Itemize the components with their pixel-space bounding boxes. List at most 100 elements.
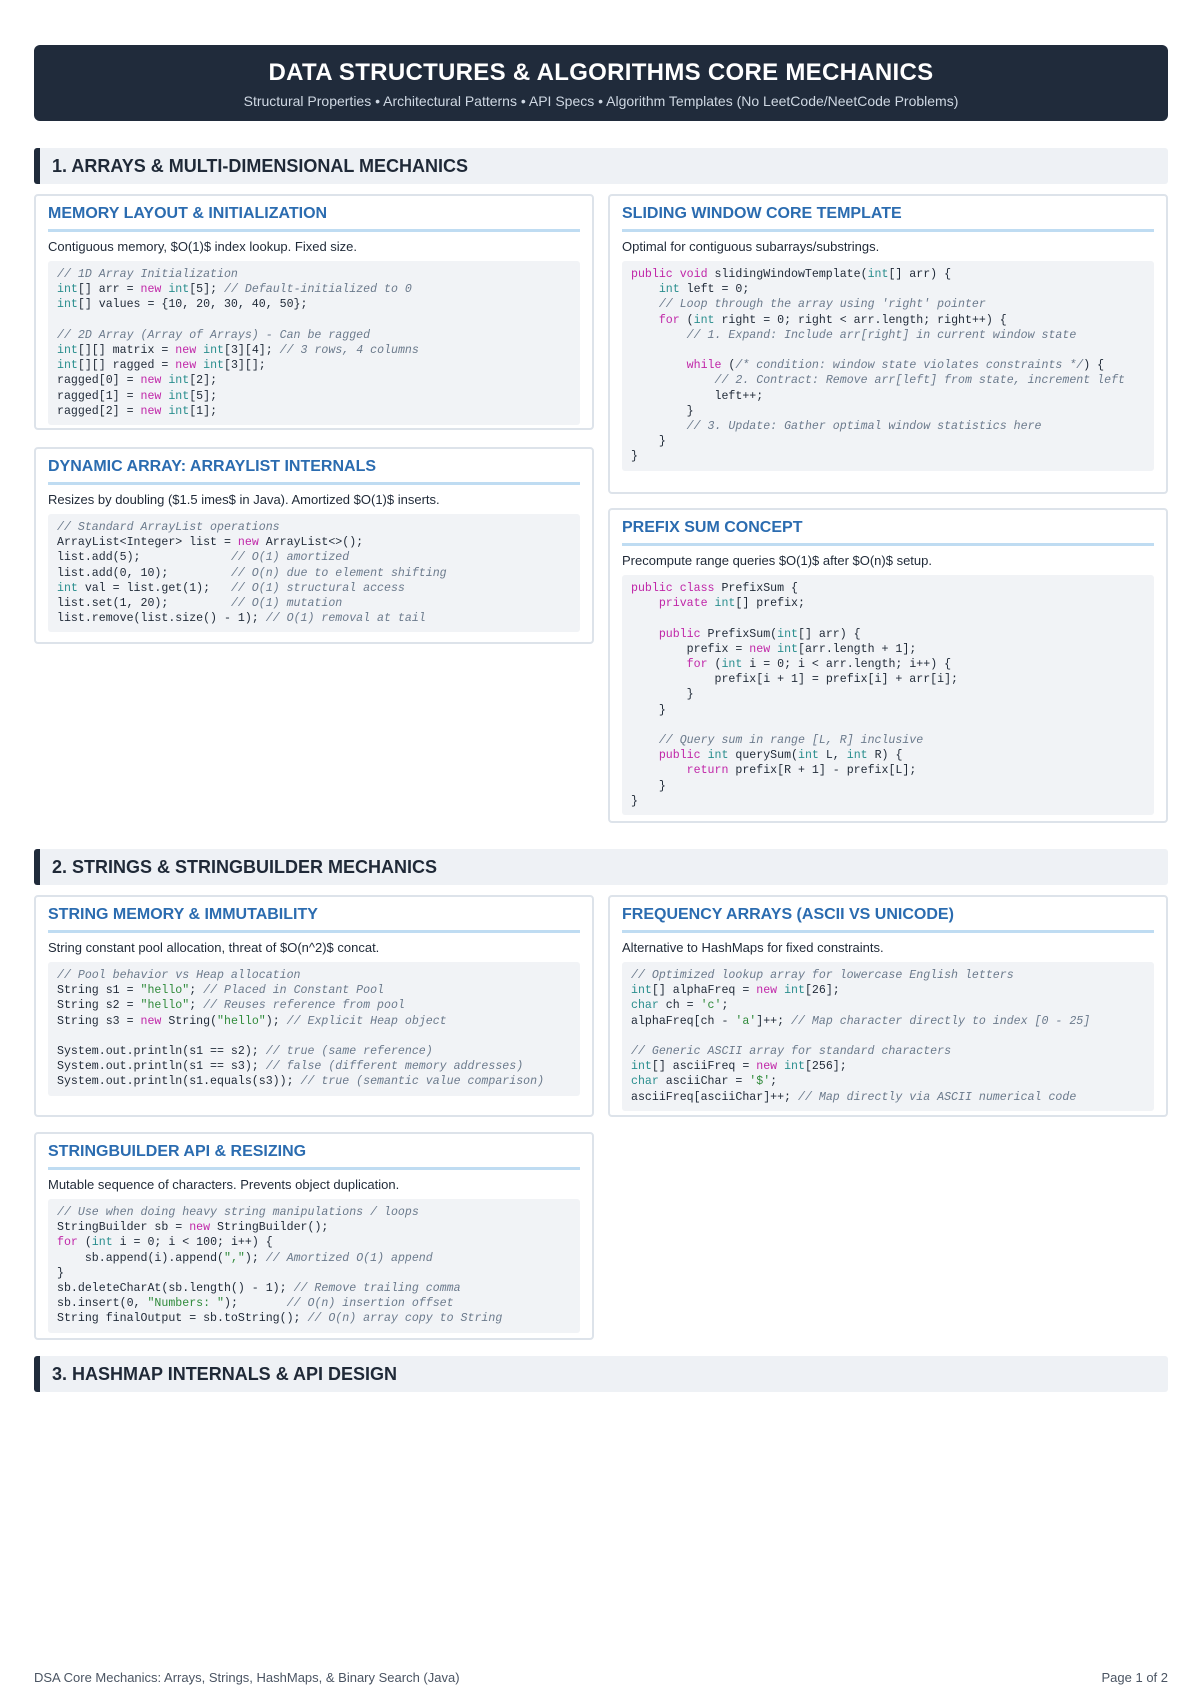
- code-line: public void slidingWindowTemplate(int[] …: [631, 268, 952, 281]
- card-title: SLIDING WINDOW CORE TEMPLATE: [622, 205, 1154, 232]
- code-line: // 1D Array Initialization: [57, 268, 238, 281]
- code-line: for (int i = 0; i < 100; i++) {: [57, 1236, 273, 1250]
- code-line: }: [57, 1266, 64, 1280]
- code-line: while (/* condition: window state violat…: [686, 359, 1105, 373]
- code-line: // Pool behavior vs Heap allocation: [57, 969, 301, 982]
- code-line: sb.deleteCharAt(sb.length() - 1); // Rem…: [57, 1282, 461, 1296]
- page-number: Page 1 of 2: [1101, 1670, 1169, 1685]
- page-title: DATA STRUCTURES & ALGORITHMS CORE MECHAN…: [268, 59, 934, 86]
- card-string-memory: STRING MEMORY & IMMUTABILITY String cons…: [34, 895, 594, 1117]
- code-line: char asciiChar = '$';: [631, 1075, 778, 1089]
- card-description: Precompute range queries $O(1)$ after $O…: [622, 553, 932, 568]
- card-frequency-arrays: FREQUENCY ARRAYS (ASCII VS UNICODE) Alte…: [608, 895, 1168, 1117]
- section-heading-hashmap: 3. HASHMAP INTERNALS & API DESIGN: [34, 1356, 1168, 1392]
- code-line: System.out.println(s1.equals(s3)); // tr…: [57, 1075, 545, 1089]
- card-description: Contiguous memory, $O(1)$ index lookup. …: [48, 239, 358, 254]
- code-line: String s1 = "hello"; // Placed in Consta…: [57, 984, 385, 998]
- card-title: STRING MEMORY & IMMUTABILITY: [48, 906, 580, 933]
- card-title: DYNAMIC ARRAY: ARRAYLIST INTERNALS: [48, 458, 580, 485]
- section-heading-arrays: 1. ARRAYS & MULTI-DIMENSIONAL MECHANICS: [34, 148, 1168, 184]
- code-line: // 2. Contract: Remove arr[left] from st…: [714, 374, 1126, 388]
- code-line: private int[] prefix;: [658, 597, 805, 611]
- code-line: // 3. Update: Gather optimal window stat…: [686, 420, 1042, 434]
- code-line: left++;: [631, 389, 764, 403]
- card-description: String constant pool allocation, threat …: [48, 940, 380, 955]
- code-line: System.out.println(s1 == s3); // false (…: [57, 1060, 524, 1074]
- code-line: sb.append(i).append(","); // Amortized O…: [57, 1251, 433, 1265]
- code-line: for (int right = 0; right < arr.length; …: [658, 313, 1007, 327]
- code-line: // Query sum in range [L, R] inclusive: [658, 734, 924, 748]
- page-footer: DSA Core Mechanics: Arrays, Strings, Has…: [34, 1670, 1168, 1685]
- card-memory-layout: MEMORY LAYOUT & INITIALIZATION Contiguou…: [34, 194, 594, 430]
- code-line: ragged[0] = new int[2];: [57, 374, 218, 388]
- footer-doc-title: DSA Core Mechanics: Arrays, Strings, Has…: [34, 1670, 460, 1685]
- code-block: public class PrefixSum { private int[] p…: [622, 575, 1154, 816]
- code-line: int val = list.get(1); // O(1) structura…: [57, 581, 405, 595]
- code-line: prefix[i + 1] = prefix[i] + arr[i];: [631, 673, 959, 687]
- code-line: alphaFreq[ch - 'a']++; // Map character …: [631, 1014, 1091, 1028]
- code-line: // Optimized lookup array for lowercase …: [631, 969, 1014, 982]
- card-description: Alternative to HashMaps for fixed constr…: [622, 940, 884, 955]
- code-line: prefix = new int[arr.length + 1];: [631, 642, 917, 656]
- code-line: return prefix[R + 1] - prefix[L];: [686, 764, 917, 778]
- code-line: int[][] matrix = new int[3][4]; // 3 row…: [57, 344, 419, 358]
- page-header: DATA STRUCTURES & ALGORITHMS CORE MECHAN…: [34, 45, 1168, 121]
- code-line: String s2 = "hello"; // Reuses reference…: [57, 999, 405, 1013]
- card-title: PREFIX SUM CONCEPT: [622, 519, 1154, 546]
- code-line: int[] asciiFreq = new int[256];: [631, 1060, 847, 1074]
- card-title: MEMORY LAYOUT & INITIALIZATION: [48, 205, 580, 232]
- code-block: public void slidingWindowTemplate(int[] …: [622, 261, 1154, 471]
- code-line: int left = 0;: [658, 283, 750, 297]
- card-prefix-sum: PREFIX SUM CONCEPT Precompute range quer…: [608, 508, 1168, 823]
- code-block: // Optimized lookup array for lowercase …: [622, 962, 1154, 1111]
- code-line: // Generic ASCII array for standard char…: [631, 1045, 952, 1059]
- code-line: list.remove(list.size() - 1); // O(1) re…: [57, 612, 426, 626]
- code-line: char ch = 'c';: [631, 999, 729, 1013]
- code-line: list.add(5); // O(1) amortized: [57, 551, 350, 565]
- page-subtitle: Structural Properties • Architectural Pa…: [243, 93, 959, 109]
- card-title: STRINGBUILDER API & RESIZING: [48, 1143, 580, 1170]
- card-stringbuilder: STRINGBUILDER API & RESIZING Mutable seq…: [34, 1132, 594, 1340]
- code-line: list.add(0, 10); // O(n) due to element …: [57, 566, 447, 580]
- code-line: ArrayList<Integer> list = new ArrayList<…: [57, 536, 364, 550]
- card-description: Mutable sequence of characters. Prevents…: [48, 1177, 400, 1192]
- code-line: int[] values = {10, 20, 30, 40, 50};: [57, 298, 308, 312]
- code-line: String finalOutput = sb.toString(); // O…: [57, 1312, 503, 1326]
- code-line: public class PrefixSum {: [631, 582, 798, 595]
- code-line: }: [631, 703, 666, 717]
- code-line: }: [631, 404, 694, 418]
- code-line: // 1. Expand: Include arr[right] in curr…: [686, 328, 1077, 342]
- card-description: Optimal for contiguous subarrays/substri…: [622, 239, 880, 254]
- code-line: String s3 = new String("hello"); // Expl…: [57, 1014, 447, 1028]
- code-line: int[] alphaFreq = new int[26];: [631, 984, 840, 998]
- section-heading-strings: 2. STRINGS & STRINGBUILDER MECHANICS: [34, 849, 1168, 885]
- code-line: asciiFreq[asciiChar]++; // Map directly …: [631, 1090, 1077, 1104]
- code-line: ragged[2] = new int[1];: [57, 404, 218, 418]
- code-line: // Standard ArrayList operations: [57, 521, 280, 534]
- code-line: // Use when doing heavy string manipulat…: [57, 1206, 419, 1219]
- code-line: }: [631, 794, 638, 808]
- code-block: // Standard ArrayList operations ArrayLis…: [48, 514, 580, 633]
- code-line: StringBuilder sb = new StringBuilder();: [57, 1221, 329, 1235]
- card-sliding-window: SLIDING WINDOW CORE TEMPLATE Optimal for…: [608, 194, 1168, 494]
- code-line: int[] arr = new int[5]; // Default-initi…: [57, 283, 412, 297]
- code-line: System.out.println(s1 == s2); // true (s…: [57, 1045, 433, 1059]
- code-line: list.set(1, 20); // O(1) mutation: [57, 597, 343, 611]
- code-line: public PrefixSum(int[] arr) {: [658, 627, 861, 641]
- code-line: for (int i = 0; i < arr.length; i++) {: [686, 658, 952, 672]
- code-line: // Loop through the array using 'right' …: [658, 298, 986, 312]
- code-block: // Pool behavior vs Heap allocation Strin…: [48, 962, 580, 1096]
- code-line: }: [631, 435, 666, 449]
- code-line: // 2D Array (Array of Arrays) - Can be r…: [57, 328, 371, 342]
- code-line: }: [631, 688, 694, 702]
- code-line: ragged[1] = new int[5];: [57, 389, 218, 403]
- code-line: sb.insert(0, "Numbers: "); // O(n) inser…: [57, 1297, 454, 1311]
- code-block: // Use when doing heavy string manipulat…: [48, 1199, 580, 1333]
- card-title: FREQUENCY ARRAYS (ASCII VS UNICODE): [622, 906, 1154, 933]
